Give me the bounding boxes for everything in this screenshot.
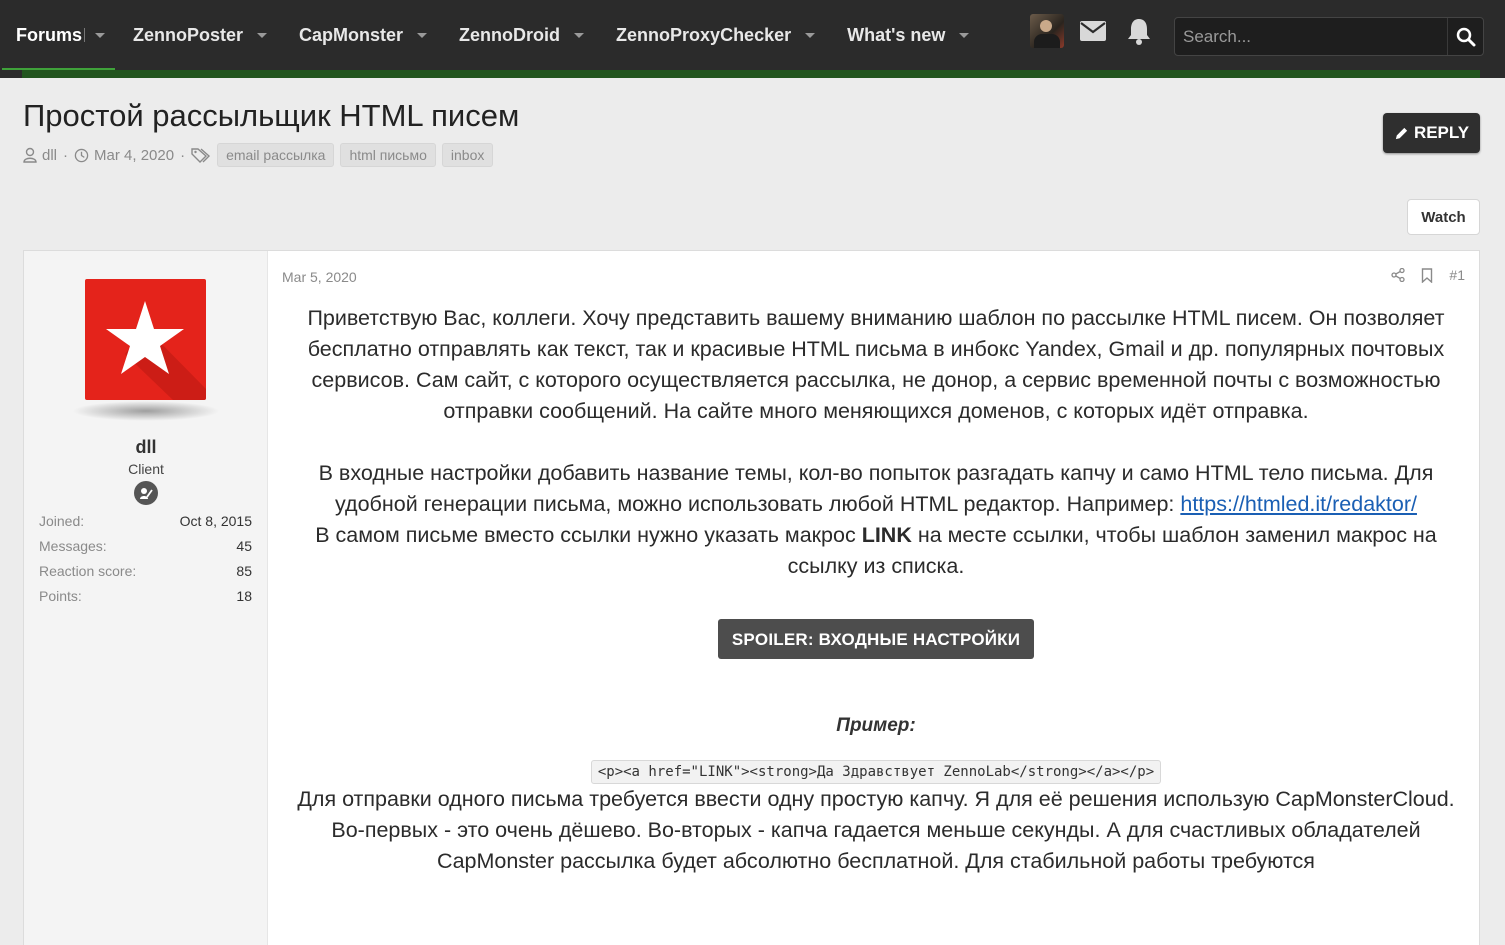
tag-html-pismo[interactable]: html письмо xyxy=(340,143,436,167)
text-segment: В самом письме вместо ссылки нужно указа… xyxy=(315,523,862,547)
nav-label-zennodroid: ZennoDroid xyxy=(459,24,561,45)
watch-button-label: Watch xyxy=(1421,208,1466,226)
bell-icon[interactable] xyxy=(1122,14,1156,48)
example-label: Пример: xyxy=(836,715,916,736)
chevron-down-icon[interactable] xyxy=(417,32,428,38)
user-name[interactable]: dll xyxy=(24,437,268,458)
thread-date-text: Mar 4, 2020 xyxy=(94,146,175,164)
post-actions: #1 xyxy=(1375,267,1465,283)
nav-label-capmonster: CapMonster xyxy=(299,24,404,45)
spoiler-button[interactable]: SPOILER: ВХОДНЫЕ НАСТРОЙКИ xyxy=(717,619,1035,659)
user-role: Client xyxy=(128,461,164,477)
nav-label-zennoposter: ZennoPoster xyxy=(133,24,244,45)
chevron-down-icon[interactable] xyxy=(95,32,106,38)
watch-button[interactable]: Watch xyxy=(1407,199,1480,235)
top-navigation-bar: Forums ZennoPoster CapMonster ZennoDroid… xyxy=(0,0,1505,78)
stat-messages: Messages: 45 xyxy=(39,533,252,558)
user-icon xyxy=(23,147,37,163)
post-paragraph-3: Для отправки одного письма требуется вве… xyxy=(297,787,1455,873)
link-macro: LINK xyxy=(861,523,912,547)
stat-value: Oct 8, 2015 xyxy=(179,512,252,529)
stat-joined: Joined: Oct 8, 2015 xyxy=(39,508,252,533)
nav-accent-line xyxy=(22,70,1480,78)
tag-inbox[interactable]: inbox xyxy=(441,143,494,167)
avatar-shadow xyxy=(72,401,220,421)
nav-divider xyxy=(84,28,86,42)
stat-points: Points: 18 xyxy=(39,583,252,608)
nav-user-area xyxy=(1030,14,1168,48)
search-box xyxy=(1174,17,1484,56)
tags-icon xyxy=(191,147,211,163)
user-avatar-small[interactable] xyxy=(1030,14,1064,48)
thread-author[interactable]: dll xyxy=(23,147,57,164)
nav-item-forums[interactable]: Forums xyxy=(0,0,117,70)
post-paragraph-2: В входные настройки добавить название те… xyxy=(289,458,1463,582)
pencil-icon xyxy=(1395,127,1408,139)
meta-separator: · xyxy=(63,146,69,164)
page-title: Простой рассыльщик HTML писем xyxy=(23,98,520,133)
nav-item-zennoposter[interactable]: ZennoPoster xyxy=(117,0,283,70)
code-snippet: <p><a href="LINK"><strong>Да Здравствует… xyxy=(590,760,1162,784)
stat-value[interactable]: 45 xyxy=(236,538,252,554)
post-date[interactable]: Mar 5, 2020 xyxy=(282,269,357,285)
nav-label-zennoproxychecker: ZennoProxyChecker xyxy=(616,24,792,45)
nav-item-zennoproxychecker[interactable]: ZennoProxyChecker xyxy=(600,0,831,70)
nav-label-whats-new: What's new xyxy=(847,24,946,45)
bookmark-icon[interactable] xyxy=(1421,267,1433,283)
search-icon[interactable] xyxy=(1447,18,1483,55)
post-content: Приветствую Вас, коллеги. Хочу представи… xyxy=(289,303,1463,877)
post-number[interactable]: #1 xyxy=(1449,267,1465,283)
user-badge-icon[interactable] xyxy=(134,481,158,505)
post-user-column: dll Client Joined: Oct 8, 2015 Messages:… xyxy=(24,251,268,945)
user-stats: Joined: Oct 8, 2015 Messages: 45 Reactio… xyxy=(39,508,252,608)
post: dll Client Joined: Oct 8, 2015 Messages:… xyxy=(23,250,1480,945)
nav-item-whats-new[interactable]: What's new xyxy=(831,0,985,70)
nav-item-capmonster[interactable]: CapMonster xyxy=(283,0,443,70)
thread-author-name[interactable]: dll xyxy=(42,147,57,164)
stat-value[interactable]: 85 xyxy=(236,563,252,579)
chevron-down-icon[interactable] xyxy=(257,32,268,38)
main-nav: Forums ZennoPoster CapMonster ZennoDroid… xyxy=(0,0,985,70)
stat-label: Joined: xyxy=(39,512,85,529)
search-input[interactable] xyxy=(1175,18,1447,55)
stat-label: Reaction score: xyxy=(39,562,137,579)
thread-meta: dll · Mar 4, 2020 · email рассылка html … xyxy=(23,143,499,167)
nav-label-forums: Forums xyxy=(16,24,83,45)
thread-date[interactable]: Mar 4, 2020 xyxy=(74,147,174,164)
clock-icon xyxy=(74,148,89,162)
tag-email-rassylka[interactable]: email рассылка xyxy=(217,143,335,167)
stat-value[interactable]: 18 xyxy=(236,588,252,604)
stat-reaction-score: Reaction score: 85 xyxy=(39,558,252,583)
nav-item-zennodroid[interactable]: ZennoDroid xyxy=(443,0,600,70)
share-icon[interactable] xyxy=(1391,268,1406,282)
user-avatar[interactable] xyxy=(85,279,206,400)
chevron-down-icon[interactable] xyxy=(959,32,970,38)
chevron-down-icon[interactable] xyxy=(574,32,585,38)
htmled-link[interactable]: https://htmled.it/redaktor/ xyxy=(1180,492,1417,516)
chevron-down-icon[interactable] xyxy=(805,32,816,38)
meta-separator: · xyxy=(180,146,186,164)
post-paragraph-1: Приветствую Вас, коллеги. Хочу представи… xyxy=(307,306,1445,423)
post-body: Mar 5, 2020 #1 Приветствую Вас, коллеги.… xyxy=(269,251,1479,945)
envelope-icon[interactable] xyxy=(1076,14,1110,48)
stat-label: Messages: xyxy=(39,537,107,554)
reply-button-label: REPLY xyxy=(1413,123,1470,142)
reply-button[interactable]: REPLY xyxy=(1383,113,1480,153)
stat-label: Points: xyxy=(39,587,82,604)
